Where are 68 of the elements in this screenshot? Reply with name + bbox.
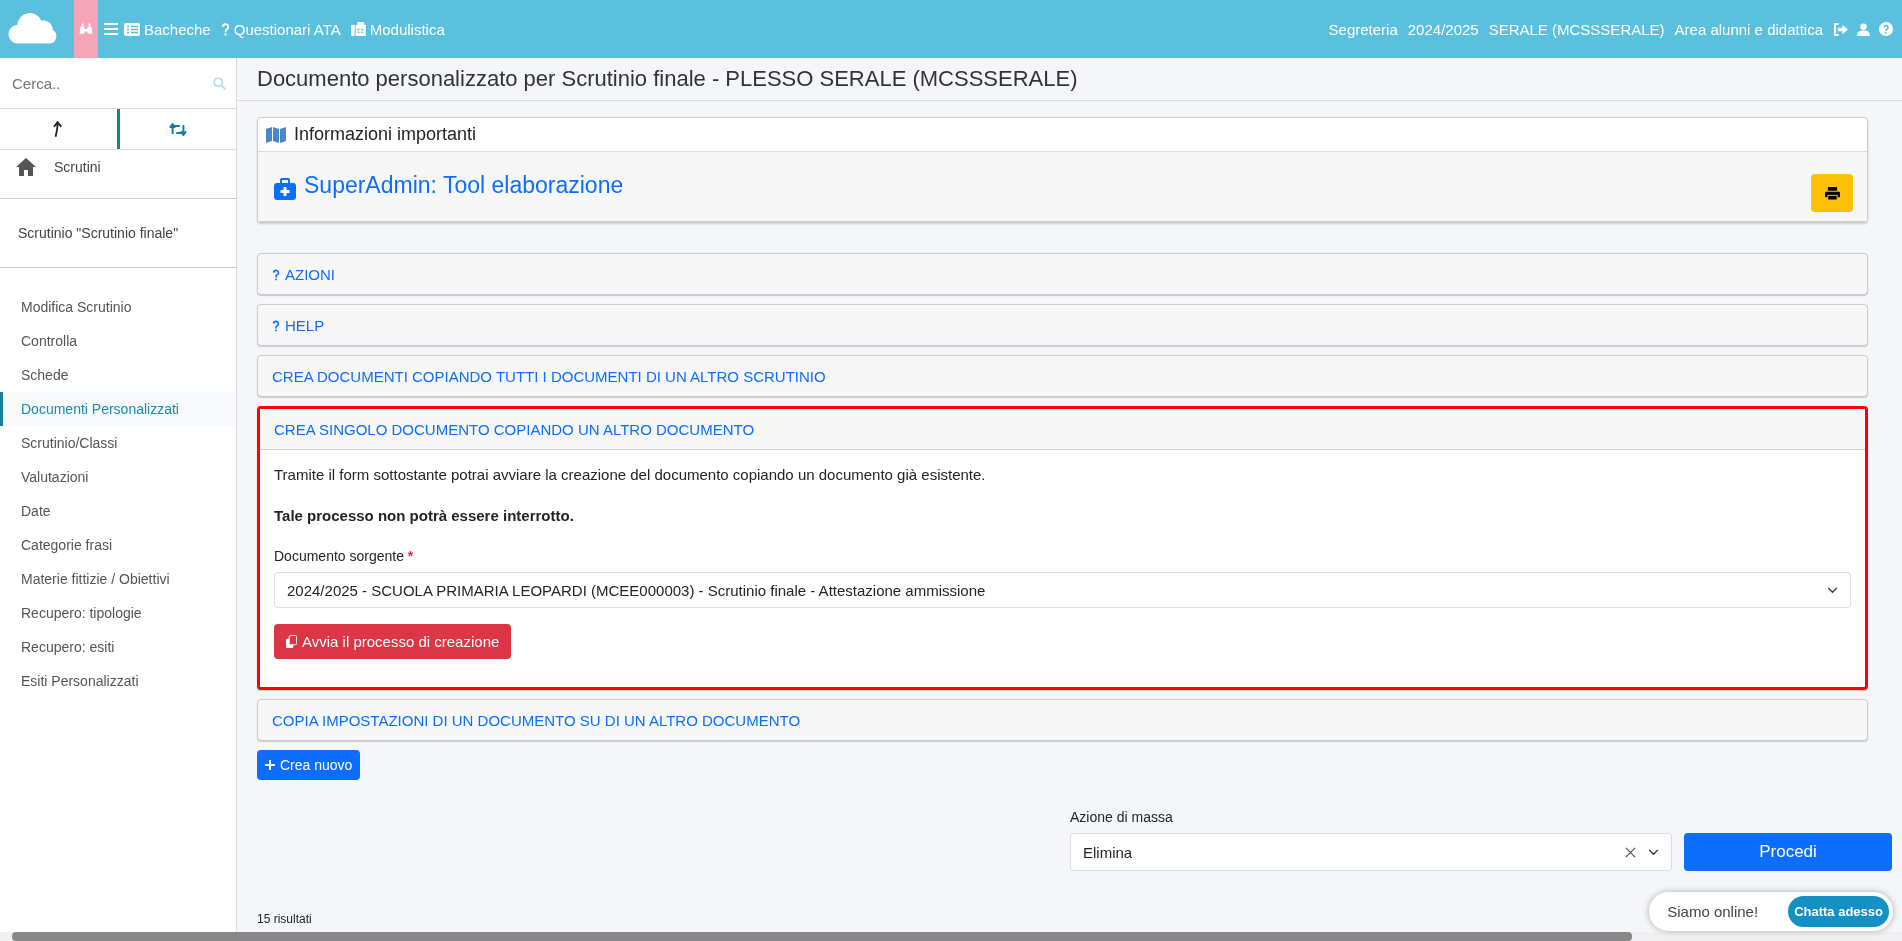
accordion-header[interactable]: HELP bbox=[258, 305, 1867, 345]
sidebar-item[interactable]: Schede bbox=[0, 358, 236, 392]
sidebar-home-link[interactable]: Scrutini bbox=[0, 150, 236, 184]
sidebar-item[interactable]: Date bbox=[0, 494, 236, 528]
accordion-title: AZIONI bbox=[285, 266, 335, 283]
plus-icon bbox=[265, 760, 275, 770]
accordion-header[interactable]: CREA SINGOLO DOCUMENTO COPIANDO UN ALTRO DOCUMENTO bbox=[260, 409, 1865, 450]
sign-out-icon[interactable] bbox=[1833, 22, 1848, 36]
results-count: 15 risultati bbox=[257, 912, 313, 926]
retweet-icon bbox=[168, 122, 187, 136]
print-icon bbox=[1824, 186, 1840, 200]
clear-icon[interactable] bbox=[1625, 846, 1636, 858]
start-process-button[interactable]: Avvia il processo di creazione bbox=[274, 624, 512, 659]
mass-action-label: Azione di massa bbox=[1070, 809, 1174, 825]
print-button[interactable] bbox=[1811, 174, 1853, 212]
chevron-down-icon bbox=[1827, 586, 1838, 594]
warning-text: Tale processo non potrà essere interrotto. bbox=[274, 507, 575, 524]
sidebar-item[interactable]: Categorie frasi bbox=[0, 528, 236, 562]
page-title: Documento personalizzato per Scrutinio finale - PLESSO SERALE (MCSSSERALE) bbox=[237, 58, 1902, 101]
question-icon bbox=[220, 22, 230, 36]
sidebar-item[interactable]: Valutazioni bbox=[0, 460, 236, 494]
map-icon bbox=[266, 126, 286, 143]
fax-icon bbox=[350, 22, 366, 36]
sidebar-item[interactable]: Scrutinio/Classi bbox=[0, 426, 236, 460]
chat-button[interactable]: Chatta adesso bbox=[1788, 896, 1889, 927]
home-label: Scrutini bbox=[54, 159, 101, 175]
menu-icon[interactable] bbox=[104, 23, 118, 35]
binoculars-icon bbox=[78, 22, 94, 36]
search-icon bbox=[213, 75, 226, 91]
user-icon[interactable] bbox=[1857, 22, 1870, 36]
intro-text: Tramite il form sottostante potrai avviare la creazione del documento copiando un documento già esistente. bbox=[274, 466, 987, 483]
sidebar-item[interactable]: Documenti Personalizzati bbox=[0, 392, 236, 426]
cloud-logo-icon[interactable] bbox=[8, 11, 58, 47]
scrutinio-label: Scrutinio "Scrutinio finale" bbox=[17, 224, 180, 243]
search-field[interactable]: Cerca.. bbox=[10, 73, 213, 93]
sidebar-item[interactable]: Modifica Scrutinio bbox=[0, 290, 236, 324]
proceed-button[interactable]: Procedi bbox=[1684, 833, 1892, 871]
create-new-button[interactable]: Crea nuovo bbox=[257, 750, 361, 780]
arrow-up-icon bbox=[52, 120, 64, 138]
field-label: Documento sorgente bbox=[274, 548, 404, 564]
help-icon[interactable] bbox=[1879, 22, 1893, 36]
accordion-title: CREA DOCUMENTI COPIANDO TUTTI I DOCUMENTI DI UN ALTRO SCRUTINIO bbox=[272, 368, 826, 385]
tool-title: SuperAdmin: Tool elaborazione bbox=[304, 171, 624, 200]
sidebar-item[interactable]: Recupero: esiti bbox=[0, 630, 236, 664]
question-icon bbox=[272, 319, 280, 332]
accordion-header[interactable]: AZIONI bbox=[258, 254, 1867, 294]
source-document-select[interactable]: 2024/2025 - SCUOLA PRIMARIA LEOPARDI (MCEE000003) - Scrutinio finale - Attestazione ammissione bbox=[274, 572, 1851, 608]
mass-action-select[interactable]: Elimina bbox=[1070, 833, 1672, 871]
horizontal-scrollbar[interactable] bbox=[0, 932, 1902, 941]
sidebar-item[interactable]: Esiti Personalizzati bbox=[0, 664, 236, 698]
accordion-title: COPIA IMPOSTAZIONI DI UN DOCUMENTO SU DI UN ALTRO DOCUMENTO bbox=[272, 712, 801, 729]
accordion-header[interactable]: CREA DOCUMENTI COPIANDO TUTTI I DOCUMENTI DI UN ALTRO SCRUTINIO bbox=[258, 356, 1867, 396]
info-title: Informazioni importanti bbox=[294, 124, 477, 145]
chevron-down-icon bbox=[1648, 848, 1659, 856]
question-icon bbox=[272, 268, 280, 281]
copy-icon bbox=[286, 635, 297, 648]
accordion-title: CREA SINGOLO DOCUMENTO COPIANDO UN ALTRO DOCUMENTO bbox=[274, 421, 755, 438]
accordion-title: HELP bbox=[285, 317, 325, 334]
sidebar-item[interactable]: Controlla bbox=[0, 324, 236, 358]
required-mark: * bbox=[407, 548, 414, 564]
list-icon bbox=[124, 22, 140, 36]
medkit-icon bbox=[274, 178, 296, 200]
sidebar-item[interactable]: Materie fittizie / Obiettivi bbox=[0, 562, 236, 596]
home-icon bbox=[16, 158, 36, 176]
binoculars-button[interactable] bbox=[74, 0, 98, 58]
sidebar-item[interactable]: Recupero: tipologie bbox=[0, 596, 236, 630]
chat-status: Siamo online! bbox=[1667, 903, 1759, 920]
accordion-header[interactable]: COPIA IMPOSTAZIONI DI UN DOCUMENTO SU DI UN ALTRO DOCUMENTO bbox=[258, 700, 1867, 740]
